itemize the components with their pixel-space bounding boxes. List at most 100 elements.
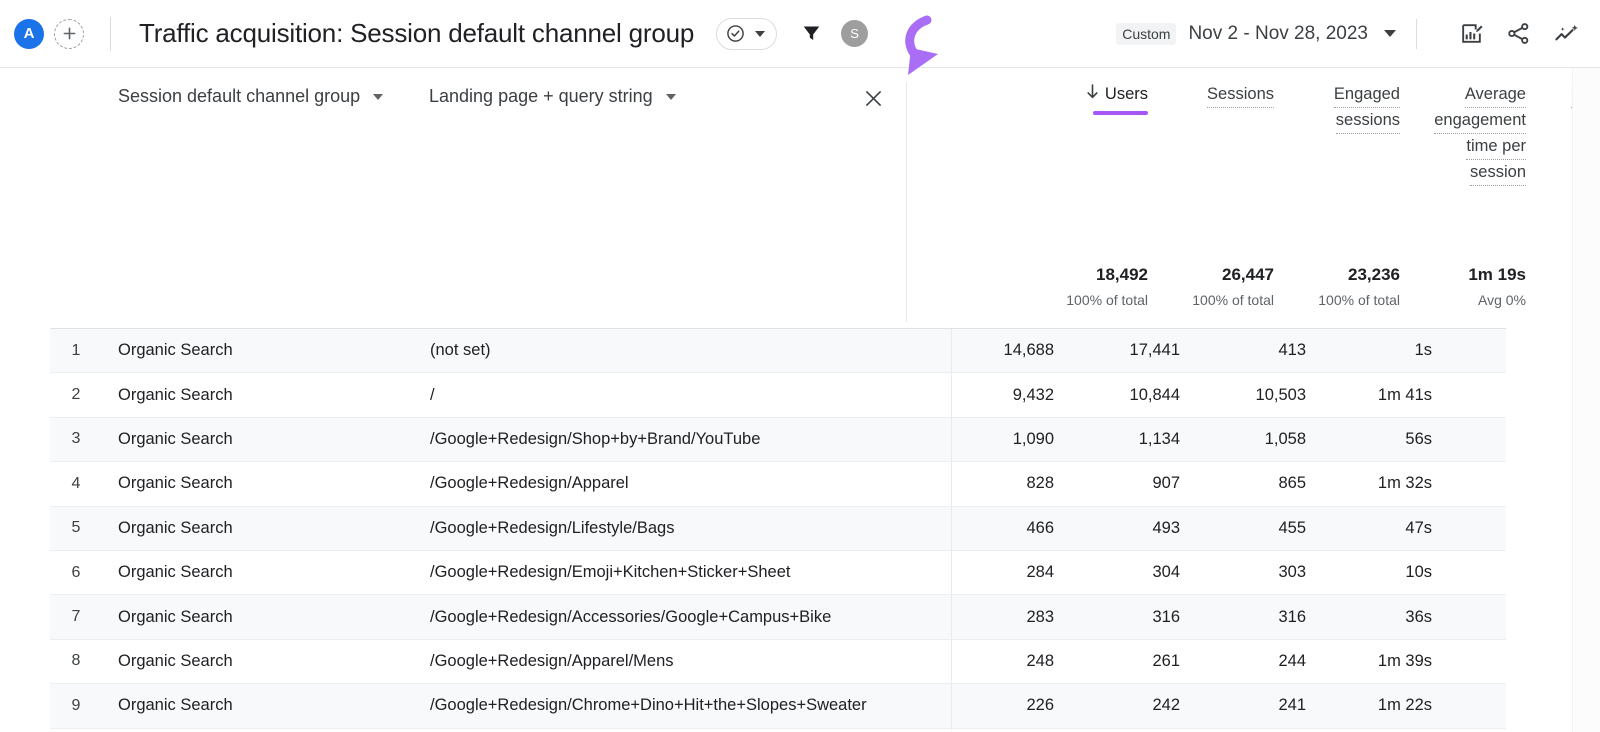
metric-header-users[interactable]: Users xyxy=(1046,82,1172,186)
row-metric-sessions: 1,134 xyxy=(1078,430,1204,449)
row-metrics: 14,68817,4414131s xyxy=(951,329,1506,372)
row-index: 7 xyxy=(50,608,102,626)
row-metric-sessions: 10,844 xyxy=(1078,386,1204,405)
row-metric-engaged: 316 xyxy=(1204,608,1330,627)
row-metrics: 9,43210,84410,5031m 41s xyxy=(951,373,1506,416)
total-value: 23,236 xyxy=(1298,264,1400,286)
total-cell: 1m 19s Avg 0% xyxy=(1424,264,1550,311)
date-preset-badge: Custom xyxy=(1116,23,1176,45)
funnel-icon[interactable] xyxy=(801,23,822,44)
metric-header-label: Average xyxy=(1465,82,1526,108)
row-landing-page: /Google+Redesign/Shop+by+Brand/YouTube xyxy=(412,430,856,449)
row-channel-group: Organic Search xyxy=(102,474,412,493)
row-landing-page: /Google+Redesign/Apparel xyxy=(412,474,856,493)
row-metrics: 8289078651m 32s xyxy=(951,462,1506,505)
analytics-report-page: A Traffic acquisition: Session default c… xyxy=(0,0,1600,732)
row-metric-avg_time: 1m 41s xyxy=(1330,386,1456,405)
insights-icon[interactable] xyxy=(1553,20,1580,47)
metric-header-sessions[interactable]: Sessions xyxy=(1172,82,1298,186)
row-metric-engaged: 865 xyxy=(1204,474,1330,493)
table-row[interactable]: 4Organic Search/Google+Redesign/Apparel8… xyxy=(50,462,1506,506)
header-right-group: Custom Nov 2 - Nov 28, 2023 xyxy=(1116,19,1600,49)
dimension-secondary-label: Landing page + query string xyxy=(429,86,653,107)
table-row[interactable]: 2Organic Search/9,43210,84410,5031m 41s xyxy=(50,373,1506,417)
metric-header-label: Users xyxy=(1105,82,1148,107)
row-channel-group: Organic Search xyxy=(102,608,412,627)
row-index: 9 xyxy=(50,697,102,715)
total-subtext: Avg 0% xyxy=(1424,289,1526,311)
report-table: Session default channel group Landing pa… xyxy=(0,68,1600,732)
row-landing-page: /Google+Redesign/Chrome+Dino+Hit+the+Slo… xyxy=(412,696,867,715)
row-metric-sessions: 242 xyxy=(1078,696,1204,715)
comparison-selector[interactable] xyxy=(716,18,777,50)
chevron-down-icon xyxy=(666,94,676,100)
metric-header-label: session xyxy=(1470,160,1526,186)
row-metrics: 46649345547s xyxy=(951,507,1506,550)
row-metric-users: 226 xyxy=(952,696,1078,715)
share-icon[interactable] xyxy=(1506,21,1531,46)
total-subtext: 100% of total xyxy=(1172,289,1274,311)
row-metric-avg_time: 47s xyxy=(1330,519,1456,538)
dimension-selector-primary[interactable]: Session default channel group xyxy=(118,86,428,107)
row-metric-users: 466 xyxy=(952,519,1078,538)
table-row[interactable]: 7Organic Search/Google+Redesign/Accessor… xyxy=(50,595,1506,639)
row-metric-avg_time: 10s xyxy=(1330,563,1456,582)
date-range-text[interactable]: Nov 2 - Nov 28, 2023 xyxy=(1188,23,1368,45)
row-metric-engaged: 455 xyxy=(1204,519,1330,538)
metric-header-label: Engaged xyxy=(1334,82,1400,108)
row-landing-page: /Google+Redesign/Lifestyle/Bags xyxy=(412,519,856,538)
table-row[interactable]: 9Organic Search/Google+Redesign/Chrome+D… xyxy=(50,684,1506,728)
total-cell: 26,447 100% of total xyxy=(1172,264,1298,311)
row-landing-page: /Google+Redesign/Emoji+Kitchen+Sticker+S… xyxy=(412,563,856,582)
row-metrics: 2262422411m 22s xyxy=(951,684,1506,727)
right-edge-strip xyxy=(1572,68,1600,732)
dimension-primary-label: Session default channel group xyxy=(118,86,360,107)
metric-header-label: time per xyxy=(1466,134,1526,160)
table-row[interactable]: 3Organic Search/Google+Redesign/Shop+by+… xyxy=(50,418,1506,462)
row-metric-sessions: 261 xyxy=(1078,652,1204,671)
row-metric-sessions: 17,441 xyxy=(1078,341,1204,360)
total-value: 26,447 xyxy=(1172,264,1274,286)
row-metrics: 1,0901,1341,05856s xyxy=(951,418,1506,461)
edit-report-icon[interactable] xyxy=(1459,21,1484,46)
row-metrics: 20622321154s xyxy=(951,729,1506,732)
header-divider-2 xyxy=(1416,19,1417,49)
total-value: 1m 19s xyxy=(1424,264,1526,286)
table-row[interactable]: 1Organic Search(not set)14,68817,4414131… xyxy=(50,329,1506,373)
metric-header-label: Sessions xyxy=(1207,82,1274,108)
plus-icon[interactable] xyxy=(54,19,84,49)
chevron-down-icon[interactable] xyxy=(1384,30,1396,37)
table-row[interactable]: 6Organic Search/Google+Redesign/Emoji+Ki… xyxy=(50,551,1506,595)
avatar[interactable]: S xyxy=(841,20,868,47)
row-metric-sessions: 316 xyxy=(1078,608,1204,627)
close-icon[interactable] xyxy=(858,83,888,113)
row-metrics: 2482612441m 39s xyxy=(951,640,1506,683)
row-metric-users: 14,688 xyxy=(952,341,1078,360)
row-index: 6 xyxy=(50,564,102,582)
metric-header-average-engagement-time-per-session[interactable]: Averageengagementtime persession xyxy=(1424,82,1550,186)
account-avatar[interactable]: A xyxy=(14,19,44,49)
dimension-selector-secondary[interactable]: Landing page + query string xyxy=(429,86,676,107)
row-index: 1 xyxy=(50,342,102,360)
top-header-bar: A Traffic acquisition: Session default c… xyxy=(0,0,1600,68)
row-metric-users: 248 xyxy=(952,652,1078,671)
table-body: 1Organic Search(not set)14,68817,4414131… xyxy=(0,329,1600,732)
row-metric-engaged: 244 xyxy=(1204,652,1330,671)
table-row[interactable]: 8Organic Search/Google+Redesign/Apparel/… xyxy=(50,640,1506,684)
row-metrics: 28331631636s xyxy=(951,595,1506,638)
chevron-down-icon xyxy=(373,94,383,100)
row-index: 8 xyxy=(50,652,102,670)
table-row[interactable]: 5Organic Search/Google+Redesign/Lifestyl… xyxy=(50,507,1506,551)
metric-header-engaged-sessions[interactable]: Engagedsessions xyxy=(1298,82,1424,186)
row-index: 5 xyxy=(50,519,102,537)
table-row[interactable]: 10Organic Search/Google+Redesign/Lifesty… xyxy=(50,729,1506,732)
row-metric-sessions: 493 xyxy=(1078,519,1204,538)
row-metric-avg_time: 36s xyxy=(1330,608,1456,627)
row-metric-sessions: 907 xyxy=(1078,474,1204,493)
row-metric-users: 1,090 xyxy=(952,430,1078,449)
total-cell: 18,492100% of total xyxy=(1046,264,1172,311)
row-metric-avg_time: 1s xyxy=(1330,341,1456,360)
row-metric-avg_time: 1m 32s xyxy=(1330,474,1456,493)
row-channel-group: Organic Search xyxy=(102,519,412,538)
row-metrics: 28430430310s xyxy=(951,551,1506,594)
